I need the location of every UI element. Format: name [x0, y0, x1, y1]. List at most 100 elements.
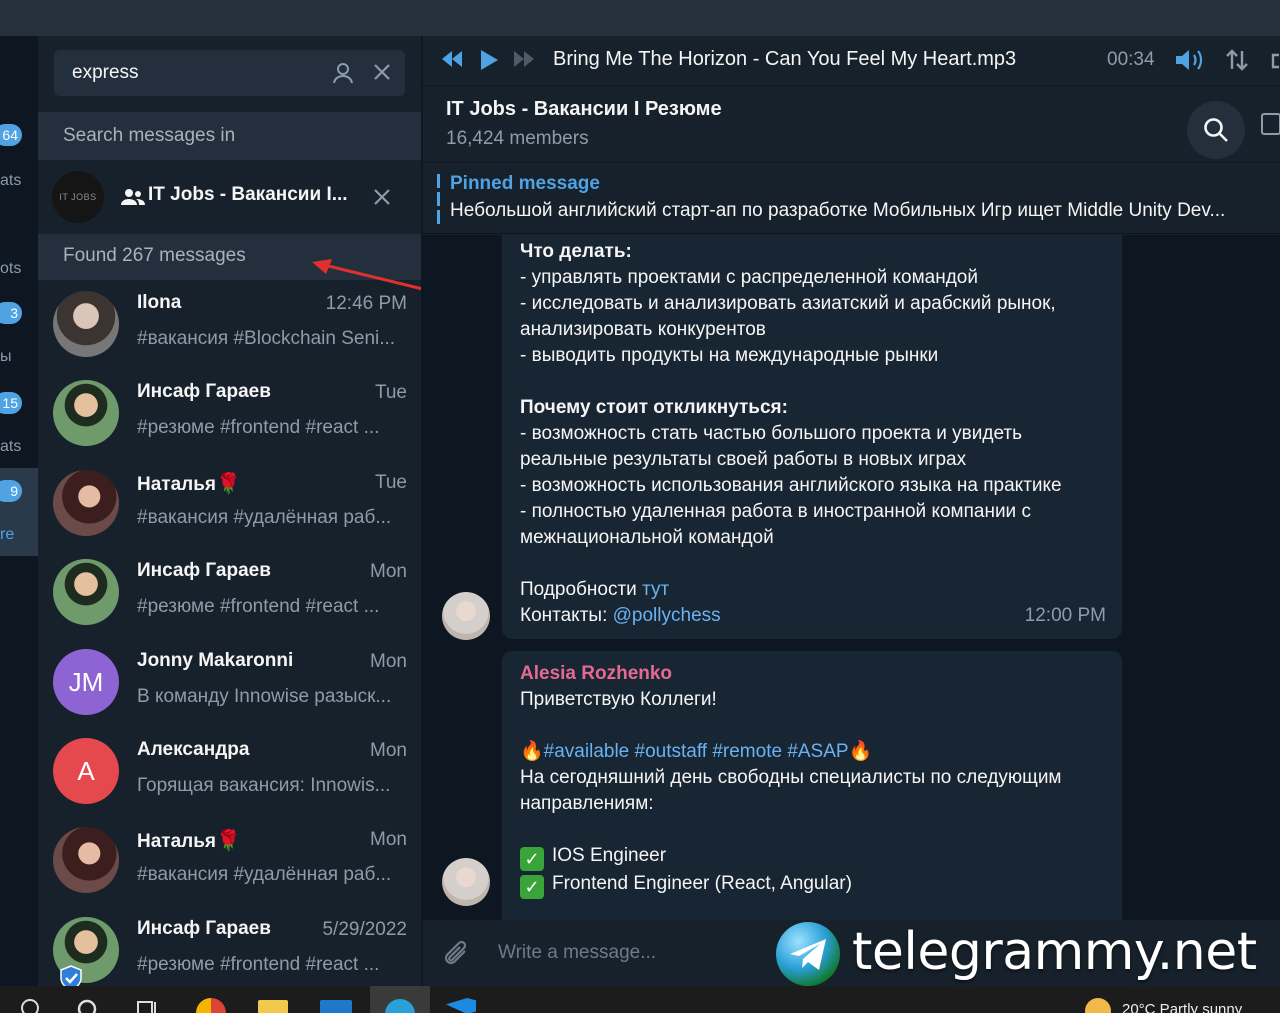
play-icon[interactable]	[479, 49, 499, 71]
result-sender-text: Jonny Makaronni	[137, 649, 294, 671]
telegram-logo-icon	[776, 922, 840, 986]
message-input[interactable]: Write a message...	[498, 942, 656, 964]
folder-label: ats	[0, 438, 22, 455]
result-preview: Горящая вакансия: Innowis...	[137, 774, 391, 796]
search-result-item[interactable]: JM Jonny Makaronni Mon В команду Innowise р…	[38, 638, 421, 727]
track-title: Bring Me The Horizon - Can You Feel My H…	[553, 48, 1017, 70]
pinned-message-bar[interactable]: Pinned message Небольшой английский стар…	[423, 164, 1280, 234]
close-icon[interactable]	[372, 187, 392, 207]
task-view-icon[interactable]	[136, 998, 160, 1013]
next-icon[interactable]	[513, 49, 535, 69]
message-line: - полностью удаленная работа в иностранн…	[520, 501, 1031, 548]
folder-label: ы	[0, 348, 12, 365]
unread-badge: 64	[0, 124, 22, 146]
search-icon[interactable]	[76, 998, 98, 1013]
search-button[interactable]	[1187, 101, 1245, 159]
chat-title: IT Jobs - Вакансии I Резюме	[446, 98, 722, 120]
result-time: Mon	[370, 829, 407, 851]
result-preview: #вакансия #Blockchain Seni...	[137, 328, 396, 349]
pinned-text: Небольшой английский старт-ап по разрабо…	[450, 200, 1226, 221]
folder-item[interactable]: 15 ats	[0, 380, 38, 468]
hashtags[interactable]: #available #outstaff #remote #ASAP	[544, 741, 849, 762]
user-icon[interactable]	[332, 62, 354, 84]
search-result-item[interactable]: Наталья🌹 Tue #вакансия #удалённая раб...	[38, 459, 421, 548]
avatar	[53, 291, 119, 357]
track-time: 00:34	[1107, 49, 1155, 70]
mail-icon[interactable]	[320, 1000, 352, 1013]
search-result-item[interactable]: Инсаф Гараев 5/29/2022 #резюме #frontend #…	[38, 906, 421, 986]
contacts-link[interactable]: @pollychess	[613, 605, 721, 626]
message-line: - выводить продукты на международные рын…	[520, 345, 939, 366]
rose-emoji: 🌹	[216, 830, 241, 853]
avatar	[53, 469, 119, 536]
check-icon: ✓	[520, 875, 544, 899]
avatar	[53, 827, 119, 894]
pinned-indicator	[437, 174, 440, 224]
item-label: Frontend Engineer (React, Angular)	[552, 873, 852, 894]
result-sender-name: Наталья🌹	[137, 828, 241, 853]
folder-icon[interactable]	[258, 1000, 288, 1013]
details-label: Подробности	[520, 579, 637, 600]
result-time: Tue	[374, 382, 407, 404]
result-time: Mon	[370, 650, 407, 672]
message-bubble[interactable]: Что делать: - управлять проектами с расп…	[502, 235, 1122, 639]
message-time: 12:00 PM	[1024, 605, 1106, 626]
message-heading: Почему стоит откликнуться:	[520, 397, 788, 418]
search-result-item[interactable]: A Александра Mon Горящая вакансия: Innowis.…	[38, 727, 421, 816]
weather-text: 20°C Partly sunny	[1122, 1001, 1243, 1013]
folder-item-active[interactable]: 9 re	[0, 468, 38, 556]
chrome-icon[interactable]	[196, 998, 226, 1013]
fire-emoji: 🔥	[520, 741, 544, 762]
sender-avatar[interactable]	[442, 592, 490, 640]
taskbar: 20°C Partly sunny	[0, 986, 1280, 1013]
message-contacts: Контакты: @pollychess	[520, 603, 1104, 629]
folder-item[interactable]: 64 ats	[0, 116, 38, 204]
unread-badge: 3	[0, 302, 22, 324]
search-result-item[interactable]: Инсаф Гараев Mon #резюме #frontend #react …	[38, 548, 421, 637]
rose-emoji: 🌹	[216, 472, 241, 495]
attach-icon[interactable]	[443, 939, 471, 969]
search-result-item[interactable]: Инсаф Гараев Tue #резюме #frontend #react …	[38, 369, 421, 458]
close-icon[interactable]	[372, 62, 392, 82]
side-panel-icon[interactable]	[1261, 113, 1280, 135]
start-icon[interactable]	[20, 998, 40, 1013]
chat-filter[interactable]: IT JOBS IT Jobs - Вакансии I...	[38, 160, 421, 234]
search-value[interactable]: express	[72, 62, 139, 84]
result-sender-name: Наталья🌹	[137, 471, 241, 496]
result-sender-text: Александра	[137, 738, 250, 760]
folder-item[interactable]: ots	[0, 204, 38, 292]
message-history: Что делать: - управлять проектами с расп…	[423, 235, 1280, 920]
watermark-text: telegrammy.net	[852, 922, 1257, 982]
chat-header[interactable]: IT Jobs - Вакансии I Резюме 16,424 membe…	[423, 86, 1280, 163]
result-time: Mon	[370, 561, 407, 583]
vscode-icon[interactable]	[446, 998, 476, 1013]
search-in-header: Search messages in	[38, 112, 421, 160]
result-sender-text: Наталья	[137, 831, 216, 853]
contacts-label: Контакты:	[520, 605, 608, 626]
details-link[interactable]: тут	[642, 579, 669, 600]
taskbar-active-app[interactable]	[370, 986, 430, 1013]
avatar: A	[53, 737, 119, 804]
previous-icon[interactable]	[441, 49, 463, 69]
result-sender-name: Александра	[137, 739, 249, 761]
result-sender-text: Инсаф Гараев	[137, 560, 271, 582]
window-titlebar	[0, 0, 1280, 36]
folder-strip: 64 ats ots 3 ы 15 ats 9 re	[0, 36, 38, 986]
result-time: Mon	[370, 739, 407, 761]
sender-avatar[interactable]	[442, 858, 490, 906]
paper-plane-icon	[790, 939, 826, 970]
sender-name[interactable]: Alesia Rozhenko	[520, 661, 1104, 687]
weather-icon	[1085, 998, 1111, 1013]
folder-item[interactable]: 3 ы	[0, 292, 38, 380]
message-bubble[interactable]: Alesia Rozhenko Приветствую Коллеги! 🔥#a…	[502, 651, 1122, 920]
volume-icon[interactable]	[1175, 48, 1205, 72]
search-input[interactable]: express	[54, 50, 405, 96]
close-player-icon[interactable]	[1267, 49, 1280, 73]
annotation-arrow	[312, 259, 436, 294]
watermark: telegrammy.net	[776, 920, 1276, 986]
result-time: 5/29/2022	[322, 918, 407, 940]
repeat-order-icon[interactable]	[1225, 49, 1249, 71]
search-result-item[interactable]: Наталья🌹 Mon #вакансия #удалённая раб...	[38, 816, 421, 905]
search-results-list: Ilona 12:46 PM #вакансия #Blockchain Seni.…	[38, 280, 421, 986]
message-line: - возможность использования английского …	[520, 475, 1062, 496]
